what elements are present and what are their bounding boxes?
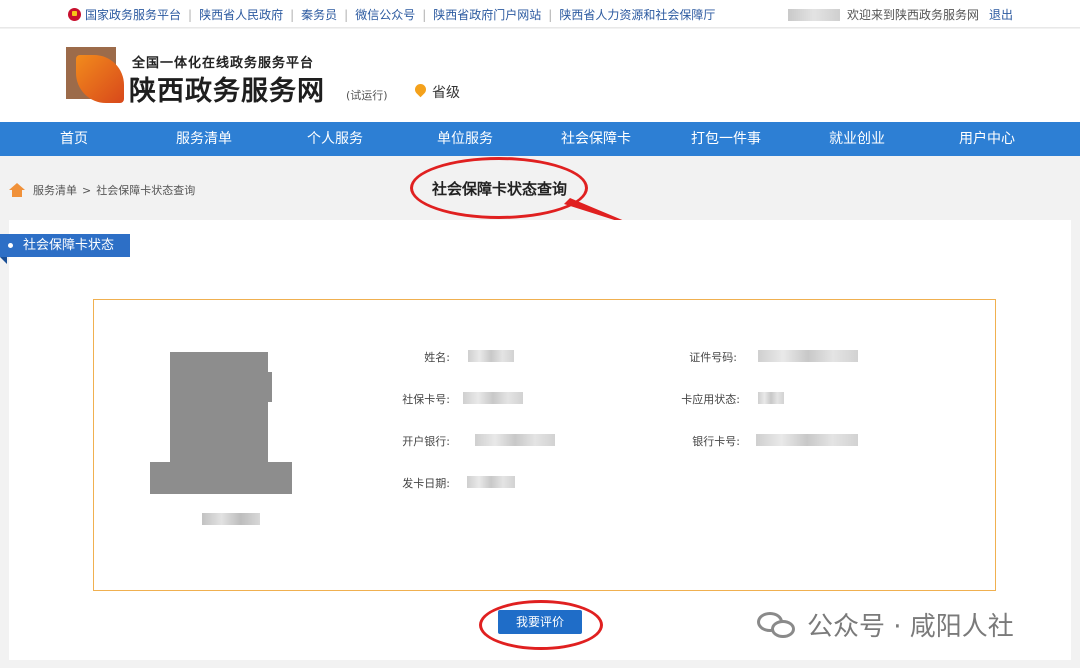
watermark: 公众号 · 咸阳人社 <box>757 606 1014 643</box>
nav-employment[interactable]: 就业创业 <box>802 122 912 156</box>
link-wechat[interactable]: 微信公众号 <box>355 6 415 23</box>
card-number-value-redacted <box>463 392 523 404</box>
id-number-label: 证件号码: <box>689 351 737 364</box>
trial-label: (试运行) <box>346 89 388 102</box>
national-emblem-icon <box>68 8 81 21</box>
nav-personal-services[interactable]: 个人服务 <box>280 122 390 156</box>
photo-part <box>180 352 252 368</box>
main-nav: 首页 服务清单 个人服务 单位服务 社会保障卡 打包一件事 就业创业 用户中心 <box>0 122 1080 156</box>
bank-label: 开户银行: <box>402 435 450 448</box>
divider: | <box>548 7 553 22</box>
annotation-ellipse-button <box>479 600 603 650</box>
breadcrumb-current: 社会保障卡状态查询 <box>96 184 196 197</box>
issue-date-label: 发卡日期: <box>402 477 450 490</box>
divider: | <box>344 7 349 22</box>
nav-user-center[interactable]: 用户中心 <box>932 122 1042 156</box>
id-number-value-redacted <box>758 350 858 362</box>
link-qinwuyuan[interactable]: 秦务员 <box>301 6 337 23</box>
nav-service-list[interactable]: 服务清单 <box>149 122 259 156</box>
card-status-label: 卡应用状态: <box>681 393 740 406</box>
link-hrss-department[interactable]: 陕西省人力资源和社会保障厅 <box>559 6 715 23</box>
photo-part <box>150 462 292 494</box>
location-pin-icon[interactable] <box>412 81 429 98</box>
bank-card-number-label: 银行卡号: <box>692 435 740 448</box>
nav-organization-services[interactable]: 单位服务 <box>410 122 520 156</box>
link-government-portal[interactable]: 陕西省政府门户网站 <box>433 6 541 23</box>
watermark-text: 公众号 · 咸阳人社 <box>807 612 1014 642</box>
top-bar: 国家政务服务平台 | 陕西省人民政府 | 秦务员 | 微信公众号 | 陕西省政府… <box>0 0 1080 28</box>
region-level[interactable]: 省级 <box>432 82 460 102</box>
nav-home[interactable]: 首页 <box>19 122 129 156</box>
photo-part <box>262 372 272 402</box>
site-name: 陕西政务服务网 <box>129 76 325 107</box>
user-area: 欢迎来到陕西政务服务网 退出 <box>788 6 1013 23</box>
divider: | <box>422 7 427 22</box>
link-national-platform[interactable]: 国家政务服务平台 <box>85 6 181 23</box>
nav-social-security-card[interactable]: 社会保障卡 <box>541 122 651 156</box>
site-logo[interactable] <box>66 47 124 105</box>
section-tag-label: 社会保障卡状态 <box>23 238 115 253</box>
section-tag: 社会保障卡状态 <box>0 234 130 257</box>
divider: | <box>290 7 295 22</box>
breadcrumb: 服务清单 > 社会保障卡状态查询 <box>9 182 195 198</box>
bank-value-redacted <box>475 434 555 446</box>
nav-one-thing-package[interactable]: 打包一件事 <box>671 122 781 156</box>
bank-card-number-value-redacted <box>756 434 858 446</box>
site-header: 全国一体化在线政务服务平台 陕西政务服务网 (试运行) 省级 <box>0 29 1080 122</box>
wechat-icon <box>757 610 799 640</box>
name-value-redacted <box>468 350 514 362</box>
breadcrumb-service-list[interactable]: 服务清单 <box>33 182 77 198</box>
welcome-text: 欢迎来到陕西政务服务网 <box>847 8 980 22</box>
home-icon[interactable] <box>9 183 25 197</box>
tag-fold <box>0 257 7 264</box>
link-provincial-government[interactable]: 陕西省人民政府 <box>199 6 283 23</box>
card-status-value-redacted <box>758 392 784 404</box>
divider: | <box>188 7 193 22</box>
name-label: 姓名: <box>424 351 450 364</box>
logout-link[interactable]: 退出 <box>989 6 1013 23</box>
tag-bullet <box>8 243 13 248</box>
issue-date-value-redacted <box>467 476 515 488</box>
breadcrumb-separator: > <box>82 183 92 197</box>
top-links: 国家政务服务平台 | 陕西省人民政府 | 秦务员 | 微信公众号 | 陕西省政府… <box>68 6 715 23</box>
cardholder-name-redacted <box>202 513 260 525</box>
card-number-label: 社保卡号: <box>402 393 450 406</box>
username-redacted <box>788 8 840 21</box>
